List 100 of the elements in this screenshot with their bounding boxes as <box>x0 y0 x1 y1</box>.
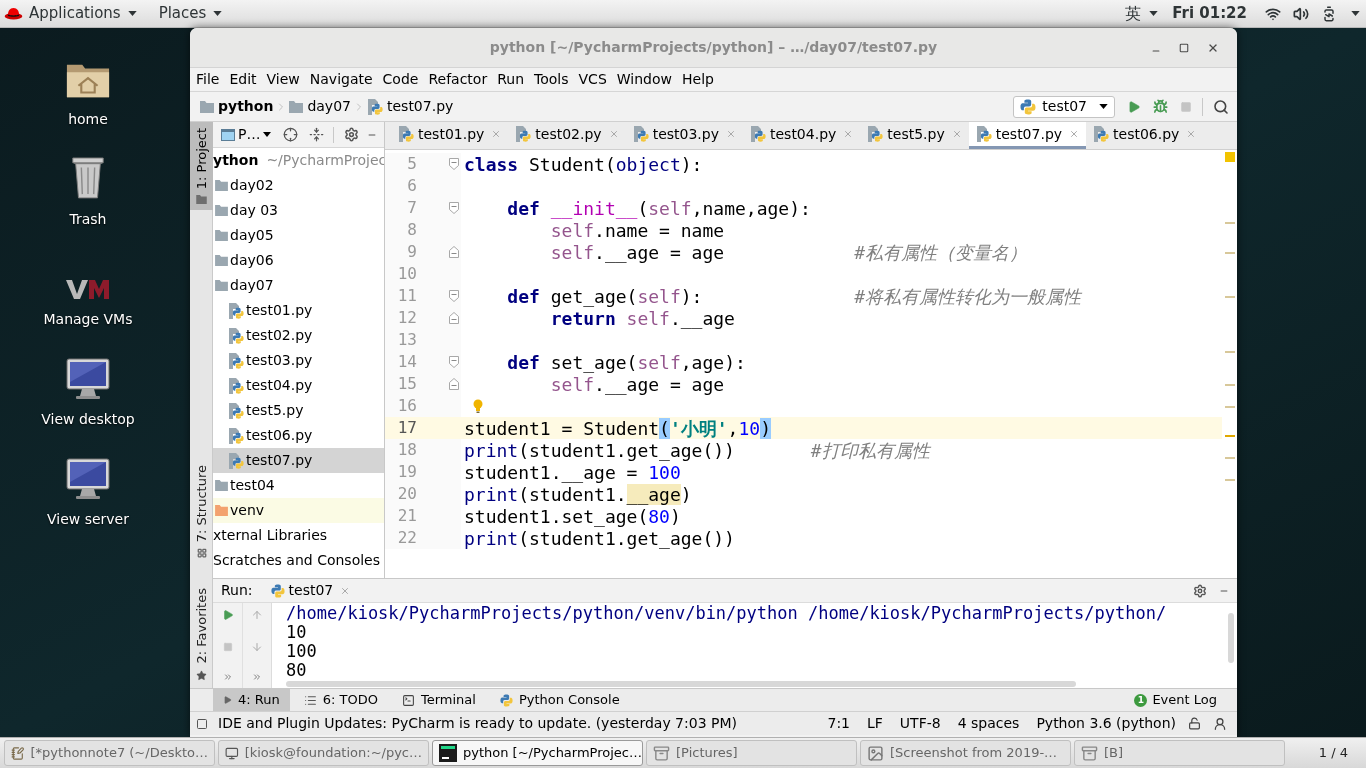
editor-tab[interactable]: test07.py <box>968 122 1087 149</box>
tool-window-button[interactable]: Terminal <box>391 689 486 711</box>
tree-item[interactable]: test04 <box>213 473 384 498</box>
editor-tab[interactable]: test06.py <box>1086 122 1204 149</box>
tree-item[interactable]: day 03 <box>213 198 384 223</box>
trash-can-icon[interactable] <box>69 154 107 200</box>
tool-window-tab[interactable]: 2: Favorites <box>190 582 213 687</box>
editor-tab[interactable]: test01.py <box>391 122 509 149</box>
status-item[interactable]: LF <box>867 713 883 734</box>
taskbar-window-button[interactable]: [kiosk@foundation:~/pyc… <box>218 740 429 766</box>
desktop-icon-label[interactable]: home <box>68 109 108 130</box>
square-icon[interactable] <box>196 717 208 730</box>
editor-tab[interactable]: test02.py <box>508 122 626 149</box>
breadcrumb-item[interactable]: day07 <box>289 96 351 117</box>
status-item[interactable]: UTF-8 <box>899 713 941 734</box>
status-item[interactable]: 7:1 <box>827 713 850 734</box>
fold-marker-icon[interactable] <box>449 312 459 324</box>
horizontal-scrollbar[interactable] <box>286 681 1076 687</box>
search-icon[interactable] <box>1213 98 1229 115</box>
volume-icon[interactable] <box>1293 5 1309 22</box>
panel-menu[interactable]: Applications <box>29 2 137 25</box>
desktop-icon-label[interactable]: Trash <box>69 209 107 230</box>
menu-item[interactable]: File <box>196 69 220 90</box>
settings-icon[interactable] <box>1193 583 1207 598</box>
status-item[interactable]: Python 3.6 (python) <box>1036 713 1176 734</box>
menu-item[interactable]: VCS <box>578 69 607 90</box>
fold-marker-icon[interactable] <box>449 202 459 214</box>
desktop-icon-label[interactable]: View desktop <box>41 409 135 430</box>
tool-window-button[interactable]: 4: Run <box>213 689 290 711</box>
menu-item[interactable]: Help <box>682 69 714 90</box>
tree-item[interactable]: test07.py <box>213 448 384 473</box>
workspace-indicator[interactable]: 1 / 4 <box>1318 743 1348 763</box>
lightbulb-icon[interactable] <box>473 399 483 413</box>
menu-item[interactable]: Edit <box>229 69 257 90</box>
tree-item[interactable]: day07 <box>213 273 384 298</box>
maximize-icon[interactable] <box>1179 42 1189 53</box>
rerun-icon[interactable] <box>221 609 234 621</box>
run-tab[interactable]: test07 <box>270 580 351 601</box>
tree-item[interactable]: test04.py <box>213 373 384 398</box>
taskbar-window-button[interactable]: [*pythonnote7 (~/Deskto… <box>4 740 215 766</box>
status-item[interactable]: 4 spaces <box>957 713 1020 734</box>
tree-item[interactable]: day06 <box>213 248 384 273</box>
battery-icon[interactable] <box>1321 5 1337 22</box>
tool-window-tab[interactable]: 1: Project <box>190 122 213 211</box>
tree-item[interactable]: test01.py <box>213 298 384 323</box>
tree-item[interactable]: test06.py <box>213 423 384 448</box>
fold-marker-icon[interactable] <box>449 158 459 170</box>
monitor-icon[interactable] <box>66 358 110 400</box>
debug-icon[interactable] <box>1153 99 1168 114</box>
tree-item[interactable]: venv <box>213 498 384 523</box>
fold-marker-icon[interactable] <box>449 378 459 390</box>
locate-icon[interactable] <box>283 127 299 142</box>
tree-item[interactable]: test5.py <box>213 398 384 423</box>
collapse-all-icon[interactable] <box>309 127 325 142</box>
monitor-icon[interactable] <box>66 458 110 500</box>
breadcrumb-item[interactable]: test07.py <box>367 96 454 117</box>
settings-icon[interactable] <box>344 127 360 142</box>
menu-item[interactable]: Window <box>616 69 672 90</box>
tree-item[interactable]: day05 <box>213 223 384 248</box>
tree-item[interactable]: Scratches and Consoles <box>213 548 384 573</box>
run-icon[interactable] <box>1127 99 1141 114</box>
fold-marker-icon[interactable] <box>449 290 459 302</box>
status-message[interactable]: IDE and Plugin Updates: PyCharm is ready to update. (yesterday 7:03 PM) <box>218 713 737 734</box>
desktop-icon-label[interactable]: View server <box>47 509 129 530</box>
taskbar-window-button[interactable]: [Pictures] <box>646 740 857 766</box>
more-icon[interactable] <box>222 672 233 682</box>
clock[interactable]: Fri 01:22 <box>1172 2 1247 25</box>
taskbar-window-button[interactable]: [Screenshot from 2019-… <box>860 740 1071 766</box>
tree-item[interactable]: xternal Libraries <box>213 523 384 548</box>
tool-window-button[interactable]: Python Console <box>489 689 630 711</box>
tool-window-button[interactable]: 6: TODO <box>293 689 388 711</box>
menu-item[interactable]: Run <box>497 69 525 90</box>
tree-item[interactable]: test02.py <box>213 323 384 348</box>
editor-tab[interactable]: test03.py <box>625 122 743 149</box>
desktop-icon-label[interactable]: Manage VMs <box>43 309 133 330</box>
tool-window-tab[interactable]: 7: Structure <box>190 458 213 564</box>
person-icon[interactable] <box>1213 716 1227 731</box>
run-configuration-dropdown[interactable]: test07 <box>1013 95 1115 118</box>
event-log-button[interactable]: Event Log <box>1152 690 1217 710</box>
menu-item[interactable]: View <box>266 69 300 90</box>
breadcrumb-item[interactable]: python <box>200 96 274 117</box>
menu-item[interactable]: Refactor <box>428 69 488 90</box>
menu-item[interactable]: Tools <box>534 69 569 90</box>
menu-item[interactable]: Navigate <box>309 69 373 90</box>
fold-marker-icon[interactable] <box>449 246 459 258</box>
panel-menu[interactable]: Places <box>158 2 223 25</box>
folder-icon <box>215 280 228 291</box>
tree-item[interactable]: day02 <box>213 173 384 198</box>
more-icon[interactable] <box>252 672 262 682</box>
vm-logo-icon[interactable] <box>64 278 112 300</box>
fold-marker-icon[interactable] <box>449 356 459 368</box>
input-method-menu[interactable]: 英 <box>1125 1 1159 26</box>
editor-tab[interactable]: test5.py <box>860 122 969 149</box>
lock-icon[interactable] <box>1188 717 1201 730</box>
menu-item[interactable]: Code <box>382 69 419 90</box>
editor-tab[interactable]: test04.py <box>743 122 861 149</box>
tree-item[interactable]: test03.py <box>213 348 384 373</box>
taskbar-window-button[interactable]: python [~/PycharmProjec… <box>432 740 643 766</box>
taskbar-window-button[interactable]: [B] <box>1074 740 1285 766</box>
vertical-scrollbar[interactable] <box>1228 613 1234 663</box>
